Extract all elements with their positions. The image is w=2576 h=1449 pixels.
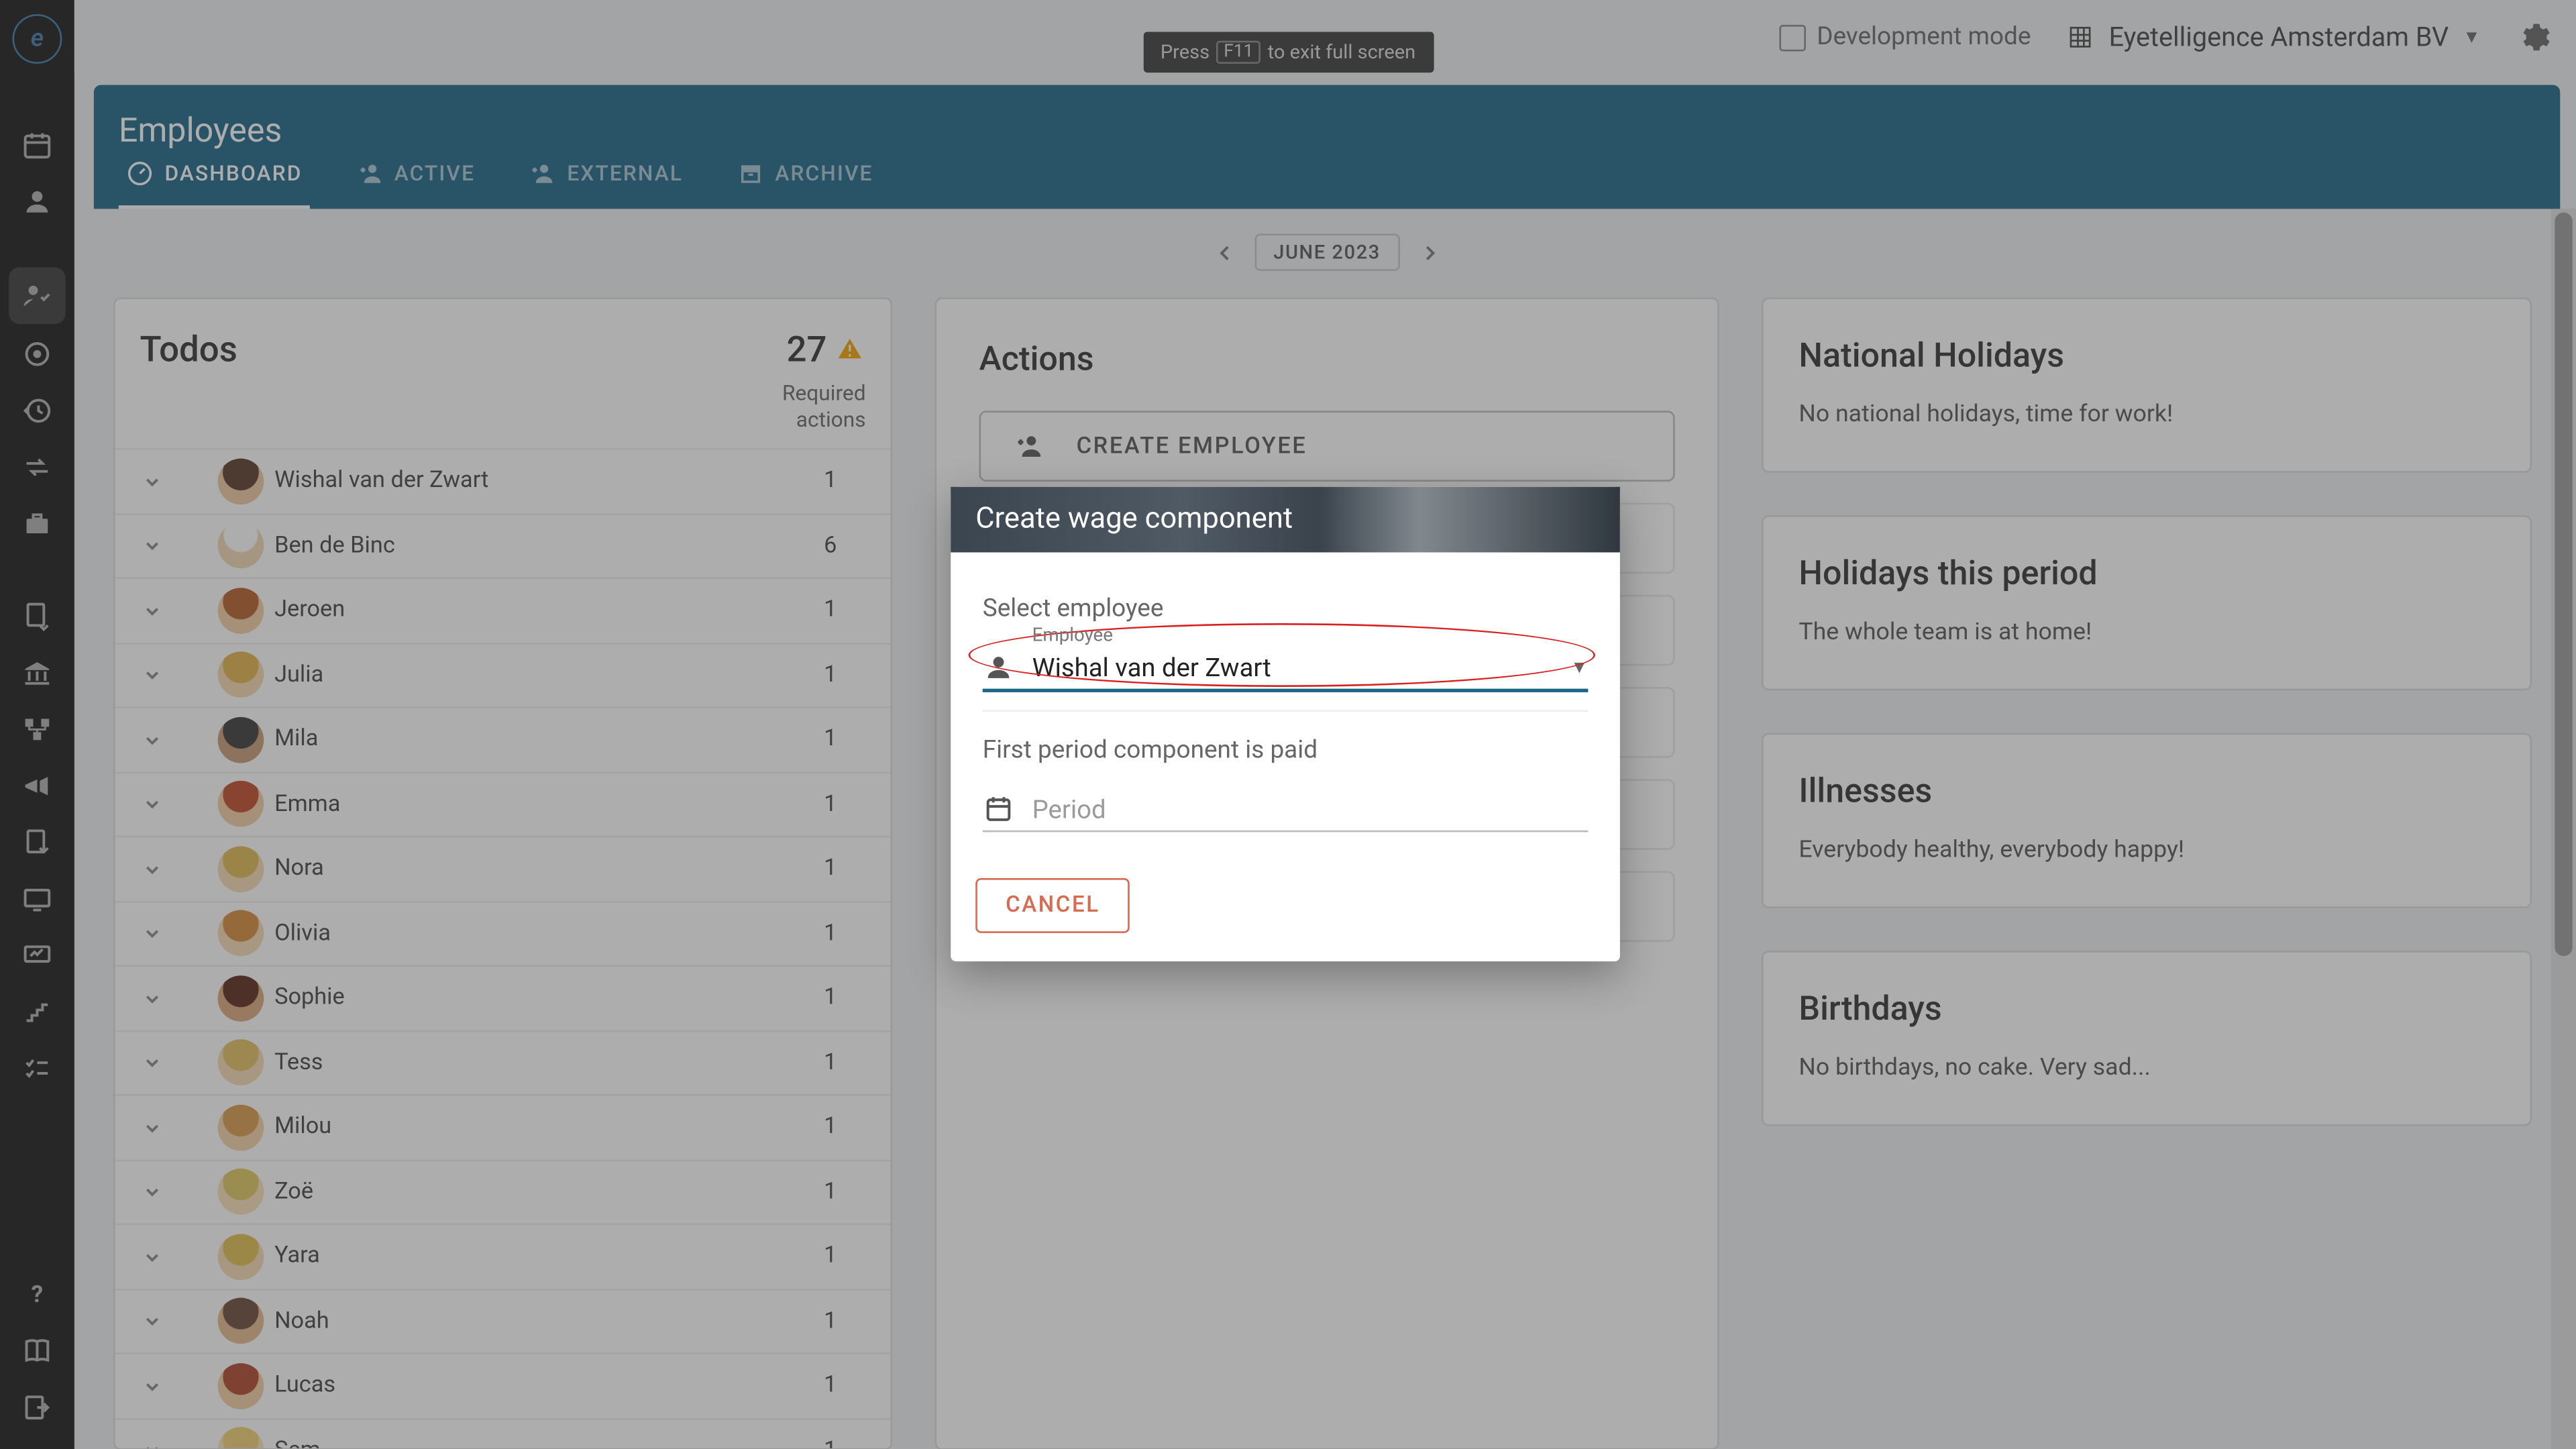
dropdown-caret-icon[interactable]: ▼ — [1570, 657, 1588, 677]
period-section-label: First period component is paid — [983, 737, 1589, 765]
select-employee-label: Select employee — [983, 595, 1589, 623]
employee-field-value: Wishal van der Zwart — [1032, 653, 1553, 683]
calendar-icon — [983, 793, 1015, 825]
employee-field-label: Employee — [1032, 623, 1113, 646]
employee-select[interactable]: Employee Wishal van der Zwart ▼ — [983, 645, 1589, 692]
modal-title: Create wage component — [951, 487, 1620, 553]
period-field[interactable]: Period — [983, 786, 1589, 833]
create-wage-component-modal: Create wage component Select employee Em… — [951, 487, 1620, 961]
cancel-button[interactable]: CANCEL — [975, 878, 1130, 933]
period-placeholder: Period — [1032, 794, 1589, 824]
person-icon — [983, 651, 1015, 684]
